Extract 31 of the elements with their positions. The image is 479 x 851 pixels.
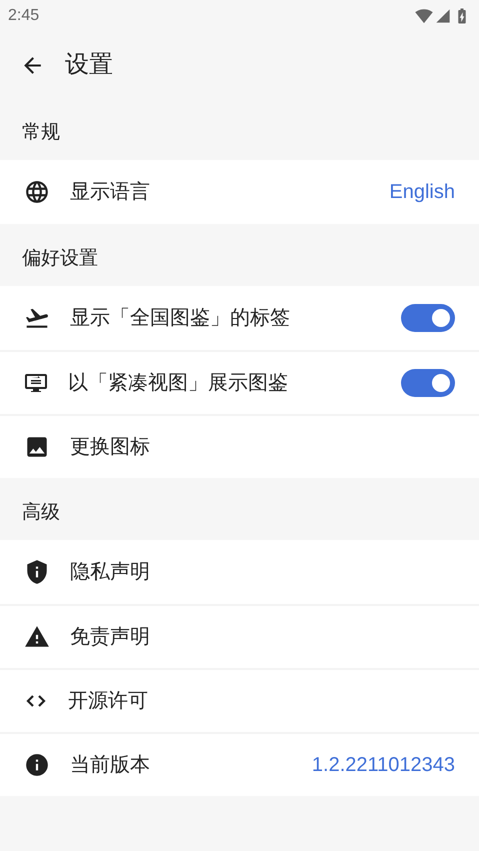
row-label: 以「紧凑视图」展示图鉴 <box>68 371 289 396</box>
settings-row[interactable]: 开源许可 <box>0 668 479 732</box>
signal-icon <box>435 8 451 24</box>
settings-row[interactable]: 更换图标 <box>0 414 479 478</box>
toggle-switch[interactable] <box>401 304 455 332</box>
row-label: 当前版本 <box>70 753 151 778</box>
row-label: 开源许可 <box>68 689 149 714</box>
toggle-switch[interactable] <box>401 369 455 397</box>
settings-row[interactable]: 以「紧凑视图」展示图鉴 <box>0 350 479 414</box>
settings-row[interactable]: 免责声明 <box>0 604 479 668</box>
section-title: 高级 <box>22 500 60 525</box>
section-title: 偏好设置 <box>22 246 98 271</box>
globe-icon <box>24 179 50 205</box>
row-label: 显示「全国图鉴」的标签 <box>70 306 291 331</box>
settings-row[interactable]: 显示「全国图鉴」的标签 <box>0 286 479 350</box>
row-label: 显示语言 <box>70 180 151 205</box>
wifi-icon <box>415 7 433 25</box>
info-icon <box>24 752 50 778</box>
warning-icon <box>24 624 50 650</box>
page-title: 设置 <box>65 50 113 80</box>
row-label: 免责声明 <box>70 625 151 650</box>
monitor-icon <box>24 371 48 395</box>
row-label: 隐私声明 <box>70 560 151 585</box>
status-time: 2:45 <box>8 6 40 26</box>
settings-row[interactable]: 当前版本 1.2.2211012343 <box>0 732 479 796</box>
section-title: 常规 <box>22 120 60 145</box>
row-label: 更换图标 <box>70 435 151 460</box>
row-value: English <box>389 180 455 205</box>
settings-row[interactable]: 显示语言 English <box>0 160 479 224</box>
settings-row[interactable]: 隐私声明 <box>0 540 479 604</box>
row-value: 1.2.2211012343 <box>312 753 455 778</box>
